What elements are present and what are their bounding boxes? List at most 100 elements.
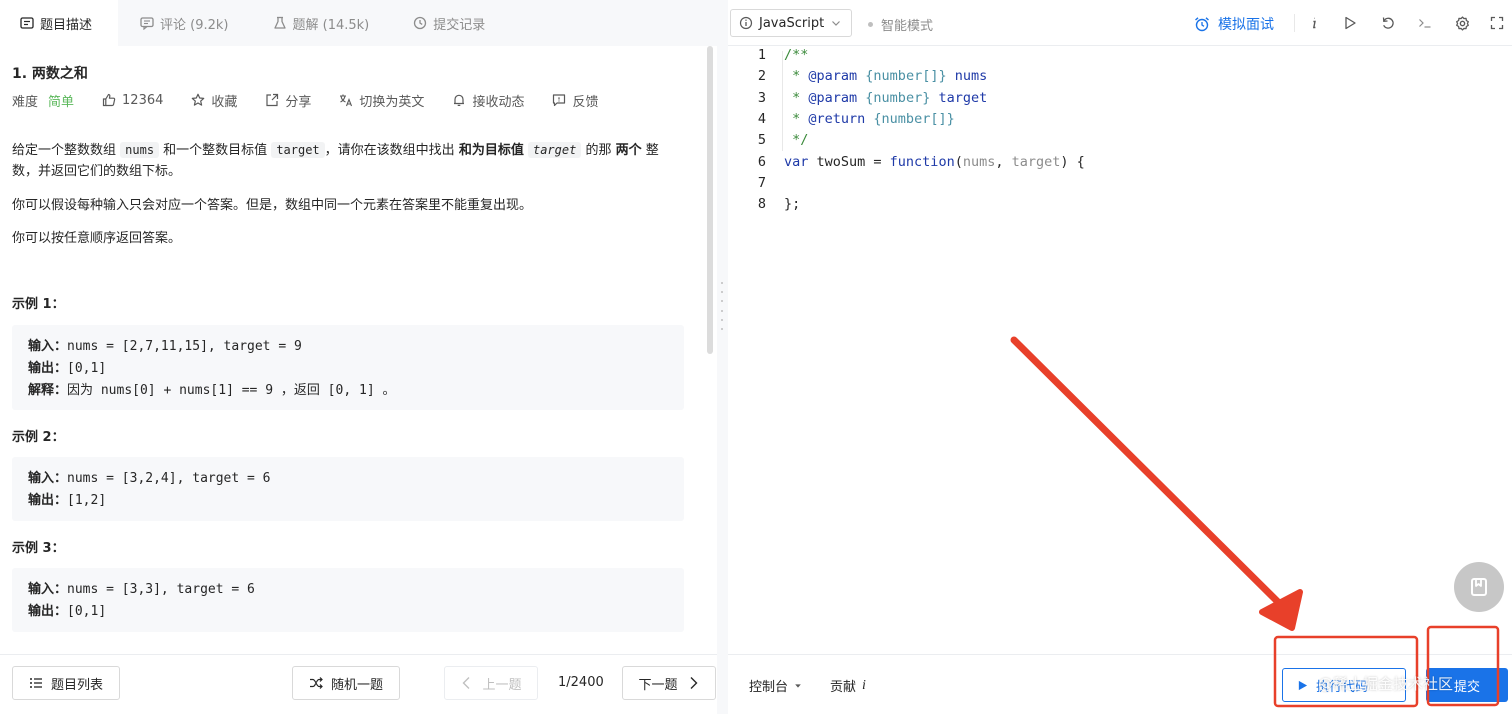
resize-handle-icon[interactable]	[720, 282, 724, 330]
next-problem-button[interactable]: 下一题	[622, 666, 716, 700]
play-outline-icon	[1345, 16, 1356, 30]
bookmark-note-icon	[1471, 578, 1487, 596]
example-output: [0,1]	[67, 604, 107, 619]
output-label: 输出：	[28, 603, 68, 618]
output-label: 输出：	[28, 492, 68, 507]
chevron-down-icon	[832, 21, 840, 26]
console-toggle[interactable]: 控制台	[749, 676, 802, 695]
desc-bold: 两个	[615, 143, 642, 158]
example-output: [0,1]	[67, 361, 107, 376]
smart-mode-toggle[interactable]: 智能模式	[868, 15, 933, 34]
caret-down-icon	[795, 683, 801, 688]
reset-code-button[interactable]	[1379, 14, 1397, 32]
play-icon	[1298, 680, 1308, 690]
code-token: {number}	[857, 89, 931, 106]
subscribe-button[interactable]: 接收动态	[452, 91, 524, 110]
mock-interview-button[interactable]: 模拟面试	[1194, 14, 1274, 34]
tab-label: 题目描述	[40, 17, 93, 33]
example-explain-line: 解释：因为 nums[0] + nums[1] == 9 ，返回 [0, 1] …	[28, 379, 668, 401]
description-paragraph: 你可以按任意顺序返回答案。	[12, 231, 182, 246]
code-text: * @param {number[]} nums	[784, 66, 987, 87]
tab-comments[interactable]: 评论 (9.2k)	[118, 0, 250, 46]
code-token: ) {	[1060, 153, 1085, 170]
desc-bold: 和为目标值	[458, 143, 524, 158]
code-line[interactable]: 7	[728, 173, 1512, 194]
line-number: 8	[757, 196, 766, 213]
example-title: 示例 2：	[12, 430, 65, 445]
terminal-button[interactable]	[1416, 14, 1434, 32]
notes-floating-button[interactable]	[1454, 562, 1504, 612]
example-output-line: 输出：[0,1]	[28, 600, 668, 622]
tab-label: 提交记录	[433, 17, 486, 33]
output-label: 输出：	[28, 360, 68, 375]
code-target: target	[271, 142, 325, 158]
example-output-line: 输出：[1,2]	[28, 489, 668, 511]
random-problem-button[interactable]: 随机一题	[292, 666, 400, 700]
line-number: 4	[757, 110, 766, 127]
favorite-button[interactable]: 收藏	[191, 91, 237, 110]
shuffle-icon	[309, 677, 323, 689]
code-token: nums	[946, 68, 988, 85]
input-label: 输入：	[28, 470, 68, 485]
panel-divider[interactable]	[717, 0, 728, 714]
language-select[interactable]: JavaScript	[730, 9, 852, 37]
example-box: 输入：nums = [3,3], target = 6 输出：[0,1]	[12, 568, 684, 632]
prev-problem-label: 上一题	[482, 677, 522, 693]
code-token: var	[784, 153, 809, 170]
desc-text: ，请你在该数组中找出	[324, 143, 459, 158]
example-title: 示例 3：	[12, 541, 65, 556]
tab-description[interactable]: 题目描述	[0, 0, 119, 46]
code-token: /**	[784, 47, 809, 63]
code-line[interactable]: 1 /**	[728, 45, 1512, 66]
switch-language-button[interactable]: 切换为英文	[339, 91, 424, 110]
terminal-icon	[1419, 19, 1431, 28]
run-debug-button[interactable]	[1341, 14, 1359, 32]
code-line[interactable]: 4 * @return {number[]}	[728, 109, 1512, 130]
like-button[interactable]: 12364	[102, 93, 163, 108]
code-line[interactable]: 5 */	[728, 130, 1512, 151]
example-explain: 因为 nums[0] + nums[1] == 9 ，返回 [0, 1] 。	[67, 383, 396, 398]
line-number: 7	[757, 174, 766, 191]
example-input: nums = [2,7,11,15], target = 9	[67, 339, 302, 354]
tab-submissions[interactable]: 提交记录	[391, 0, 507, 46]
feedback-button[interactable]: 反馈	[552, 91, 598, 110]
info-icon	[1312, 17, 1316, 29]
flask-icon	[273, 16, 286, 29]
translate-icon	[340, 94, 353, 107]
problem-tabs: 题目描述 评论 (9.2k) 题解 (14.5k) 提交记录	[0, 0, 717, 46]
description-scrollbar[interactable]	[707, 46, 713, 354]
code-editor[interactable]: 1/** 2 * @param {number[]} nums 3 * @param…	[728, 46, 1512, 654]
share-icon	[266, 93, 279, 107]
problem-list-button[interactable]: 题目列表	[12, 666, 120, 700]
code-token: *	[784, 68, 809, 85]
info-icon: i	[862, 677, 866, 693]
code-token: {number[]}	[865, 110, 955, 127]
contribute-button[interactable]: 贡献 i	[830, 676, 866, 696]
code-line[interactable]: 6 var twoSum = function(nums, target) {	[728, 152, 1512, 173]
code-text: /**	[784, 45, 808, 66]
prev-problem-button[interactable]: 上一题	[444, 666, 538, 700]
code-token: function	[889, 153, 955, 170]
feedback-icon	[553, 94, 566, 107]
settings-button[interactable]	[1453, 14, 1471, 32]
code-line[interactable]: 8};	[728, 194, 1512, 215]
example-box: 输入：nums = [2,7,11,15], target = 9 输出：[0,…	[12, 325, 684, 410]
line-number: 5	[757, 132, 766, 149]
share-button[interactable]: 分享	[265, 91, 311, 110]
info-button[interactable]	[1305, 14, 1323, 32]
example-input-line: 输入：nums = [3,3], target = 6	[28, 578, 668, 600]
desc-text: 和一个整数目标值	[159, 143, 272, 158]
code-text: };	[784, 194, 800, 215]
random-problem-label: 随机一题	[330, 677, 383, 693]
status-dot-icon	[868, 22, 873, 27]
tab-solutions[interactable]: 题解 (14.5k)	[251, 0, 392, 46]
code-line[interactable]: 2 * @param {number[]} nums	[728, 66, 1512, 87]
subscribe-label: 接收动态	[472, 94, 525, 110]
example-input: nums = [3,2,4], target = 6	[67, 471, 271, 486]
code-token: (	[954, 153, 963, 170]
next-problem-label: 下一题	[638, 677, 678, 693]
console-label: 控制台	[749, 680, 789, 695]
code-line[interactable]: 3 * @param {number} target	[728, 88, 1512, 109]
fullscreen-button[interactable]	[1488, 14, 1506, 32]
code-token: */	[784, 132, 809, 149]
